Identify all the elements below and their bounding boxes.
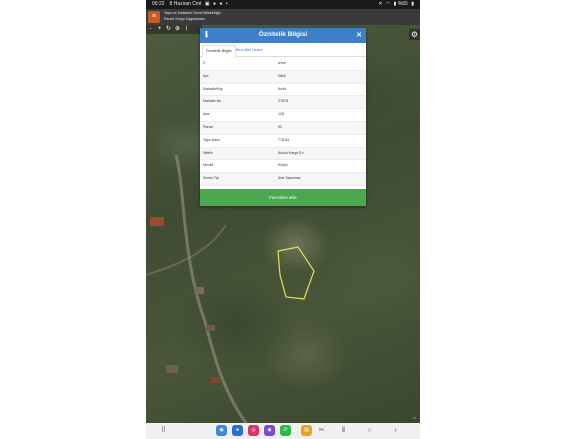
row-value: Kırlık [278,86,287,91]
wifi-icon: ◠ [385,1,391,7]
phone-screen: 00:22 8 Haziran Cmt ▣ ● ● • ✕ ◠ ▮ %65 ▮ ≡… [146,0,420,439]
dialog-tabs: Öznitelik Bilgisi Bina Bilit Listesi [200,43,366,58]
app-header-line2: Parsel Sorgu Uygulaması [164,17,205,21]
table-row: Ada 128 [200,109,366,122]
row-value: 128 [278,112,284,117]
app-header: ≡ Tapu ve Kadastro Genel Müdürlüğü Parse… [146,9,420,25]
android-nav-bar: ⠿ ◉ ● ◎ ◆ ✆ ▤ ✂ ⦀ ○ ‹ [146,423,420,439]
table-row: Mevkii Köyiçi [200,160,366,174]
row-value: 92 [278,124,282,129]
back-icon[interactable]: ‹ [390,425,401,436]
building [150,217,164,226]
row-value: 778,63 [278,137,289,142]
info-tool-icon[interactable]: i [182,25,191,34]
app-icon-camera[interactable]: ◎ [248,425,259,436]
row-key: Zemin Tip [203,176,219,181]
tkgm-logo: ≡ [148,11,160,23]
dialog-title: Öznitelik Bilgisi [258,31,308,38]
attribute-dialog: ℹ Öznitelik Bilgisi ✕ Öznitelik Bilgisi … [200,28,366,206]
status-right: ✕ ◠ ▮ %65 ▮ [376,0,414,9]
row-key: Parsel [203,124,214,129]
table-row: Mahalle No 27876 [200,96,366,110]
status-date: 8 Haziran Cmt [169,1,202,7]
battery-percent: %65 [397,1,408,7]
tab-attributes[interactable]: Öznitelik Bilgisi [202,45,236,58]
row-value: Dikili [278,73,286,78]
add-to-favorites-button[interactable]: Favorilere ekle [200,189,366,206]
status-bar: 00:22 8 Haziran Cmt ▣ ● ● • ✕ ◠ ▮ %65 ▮ [146,0,420,9]
row-value: Avlulu Kargir Ev [278,150,304,155]
person-icon: ● [219,1,223,7]
building [210,377,220,383]
tab-building-list[interactable]: Bina Bilit Listesi [233,45,266,56]
app-icon-folder[interactable]: ▤ [301,425,312,436]
attribute-table: İl İzmir İlçe Dikili Mahalle/Köy Kırlık Mah… [200,58,366,199]
row-key: Tapu Alanı [203,137,220,142]
refresh-icon[interactable]: ↻ [164,25,173,34]
building [166,365,178,373]
app-icon-maps[interactable]: ◉ [216,425,227,436]
app-header-line1: Tapu ve Kadastro Genel Müdürlüğü [164,11,221,15]
row-key: Mahalle No [203,99,222,104]
signal-icon: ▮ [393,1,397,7]
dialog-header: ℹ Öznitelik Bilgisi ✕ [200,28,366,43]
row-key: Nitelik [203,150,213,155]
satellite-map[interactable]: - + ↻ ⊕ i ⚙ ℹ Öznitelik Bilgisi ✕ Öznitelik … [146,25,420,423]
table-row: İlçe Dikili [200,70,366,84]
row-value: Ana Taşınmaz [278,176,301,181]
battery-icon: ▮ [411,1,414,7]
gallery-icon: ▣ [204,1,210,7]
whatsapp-icon[interactable]: ✆ [280,425,291,436]
table-row: Zemin Tip Ana Taşınmaz [200,173,366,186]
row-value: İzmir [278,61,286,65]
app-icon-messages[interactable]: ● [232,425,243,436]
row-key: İlçe [203,73,209,78]
app-icon-messenger[interactable]: ◆ [264,425,275,436]
zoom-in-button[interactable]: + [155,25,164,34]
table-row: Nitelik Avlulu Kargir Ev [200,147,366,161]
row-key: Mevkii [203,163,214,168]
table-row: Parsel 92 [200,121,366,135]
home-icon[interactable]: ○ [364,425,375,436]
row-value: 27876 [278,99,288,104]
row-value: Köyiçi [278,163,288,168]
building [194,287,204,294]
recent-apps-icon[interactable]: ⦀ [338,425,349,436]
app-grid-icon[interactable]: ⠿ [158,425,169,436]
mute-icon: ✕ [378,1,383,7]
parcel-boundary [277,246,315,300]
row-key: Mahalle/Köy [203,86,223,91]
map-toolbar: - + ↻ ⊕ i [146,25,202,34]
row-key: İl [203,61,205,65]
close-icon[interactable]: ✕ [356,31,362,39]
scale-bar: ▭ [413,416,416,420]
status-left: 00:22 8 Haziran Cmt ▣ ● ● • [152,0,228,9]
status-time: 00:22 [152,1,165,7]
dot-icon: • [225,1,228,7]
table-row: İl İzmir [200,58,366,71]
person-icon: ● [212,1,217,7]
table-row: Mahalle/Köy Kırlık [200,84,366,97]
row-key: Ada [203,112,210,117]
table-row: Tapu Alanı 778,63 [200,135,366,148]
gear-icon[interactable]: ⚙ [409,29,420,40]
zoom-out-button[interactable]: - [146,25,155,34]
app-icon-capcut[interactable]: ✂ [316,425,327,436]
building [206,325,215,331]
locate-icon[interactable]: ⊕ [173,25,182,34]
